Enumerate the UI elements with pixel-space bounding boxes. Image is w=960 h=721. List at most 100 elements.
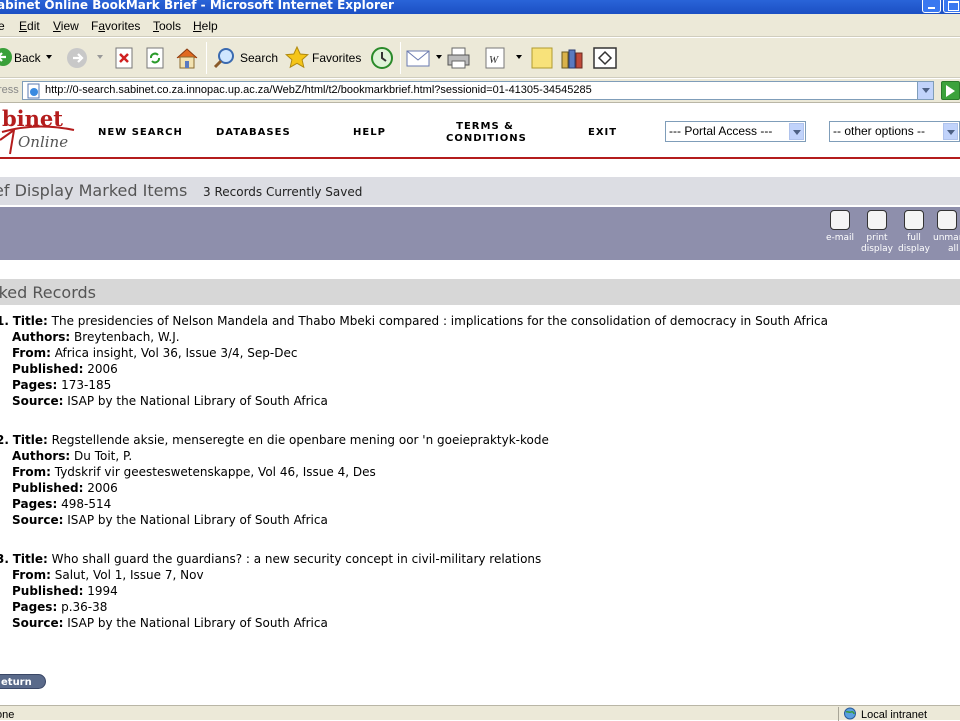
authors-label: Authors: [12,449,71,463]
nav-databases[interactable]: DATABASES [216,127,291,138]
title-label: Title: [12,314,48,328]
menu-view[interactable]: View [53,19,79,33]
chevron-down-icon [46,55,52,59]
back-arrow-icon [0,48,12,66]
print-display-action[interactable]: print display [857,210,897,255]
header-divider [0,157,960,159]
from-value: Africa insight, Vol 36, Issue 3/4, Sep-D… [54,346,298,360]
page-title-band: ef Display Marked Items 3 Records Curren… [0,177,960,205]
menu-tools[interactable]: Tools [153,19,181,33]
search-button[interactable]: Search [212,38,279,78]
logo-text-top: binet [2,106,63,131]
source-label: Source: [12,394,64,408]
go-button[interactable] [941,81,960,100]
portal-access-value: --- Portal Access --- [669,124,773,138]
from-label: From: [12,568,51,582]
unmark-all-action[interactable]: unmar all [929,210,960,255]
menu-file[interactable]: e [0,19,5,33]
source-line: Source: ISAP by the National Library of … [12,394,328,408]
record-number: 2. [0,433,9,447]
print-display-label: print display [861,233,893,254]
full-display-action[interactable]: full display [894,210,934,255]
address-bar: ress http://0-search.sabinet.co.za.innop… [0,79,960,103]
forward-button[interactable] [64,38,106,78]
published-line: Published: 1994 [12,584,118,598]
source-value: ISAP by the National Library of South Af… [67,616,328,630]
authors-value: Breytenbach, W.J. [74,330,180,344]
document-icon [904,210,924,230]
toolbar: Back Search Favorites W [0,38,960,78]
discuss-button[interactable] [530,38,554,78]
address-dropdown-button[interactable] [917,82,933,99]
menu-help[interactable]: Help [193,19,218,33]
mail-button[interactable] [406,38,442,78]
records-saved-count: 3 Records Currently Saved [203,185,363,199]
chevron-down-icon [436,55,442,59]
published-line: Published: 2006 [12,481,118,495]
history-icon [371,47,393,69]
search-label: Search [240,51,279,65]
window-title: abinet Online BookMark Brief - Microsoft… [0,0,394,12]
stop-button[interactable] [114,38,136,78]
action-toolbar: e-mail print display full display unmar all [0,207,960,260]
title-label: Title: [12,552,48,566]
authors-line: Authors: Du Toit, P. [12,449,132,463]
nav-exit[interactable]: EXIT [588,127,617,138]
from-label: From: [12,465,51,479]
refresh-icon [146,47,164,69]
menu-bar: e Edit View Favorites Tools Help [0,14,960,37]
record-title-line: 1. Title: The presidencies of Nelson Man… [0,314,828,328]
published-line: Published: 2006 [12,362,118,376]
published-value: 2006 [87,481,118,495]
sabinet-logo[interactable]: binet Online [0,106,76,156]
source-value: ISAP by the National Library of South Af… [67,513,328,527]
chevron-down-icon [516,55,522,59]
chevron-down-icon [97,55,103,59]
unmark-all-label: unmar all [933,233,960,254]
source-label: Source: [12,616,64,630]
svg-text:W: W [489,54,499,66]
unmark-icon [937,210,957,230]
record-title-line: 2. Title: Regstellende aksie, menseregte… [0,433,549,447]
return-button[interactable]: eturn [0,674,46,689]
note-icon [531,47,553,69]
pages-label: Pages: [12,378,58,392]
nav-terms-line2: CONDITIONS [446,133,527,144]
menu-favorites[interactable]: Favorites [91,19,140,33]
pages-line: Pages: 173-185 [12,378,111,392]
menu-edit[interactable]: Edit [19,19,40,33]
pages-label: Pages: [12,497,58,511]
edit-button[interactable]: W [484,38,524,78]
nav-new-search[interactable]: NEW SEARCH [98,127,183,138]
published-label: Published: [12,481,84,495]
record-title[interactable]: The presidencies of Nelson Mandela and T… [52,314,828,328]
portal-access-select[interactable]: --- Portal Access --- [665,121,806,142]
other-options-select[interactable]: -- other options -- [829,121,960,142]
back-button[interactable]: Back [0,38,56,78]
favorites-button[interactable]: Favorites [284,38,361,78]
refresh-button[interactable] [145,38,167,78]
address-input[interactable]: http://0-search.sabinet.co.za.innopac.up… [22,81,934,100]
research-button[interactable] [560,38,584,78]
nav-terms-conditions[interactable]: TERMS & CONDITIONS [446,121,527,145]
messenger-button[interactable] [592,38,618,78]
email-action[interactable]: e-mail [820,210,860,244]
print-button[interactable] [446,38,472,78]
other-options-value: -- other options -- [833,124,926,138]
maximize-button[interactable] [943,0,960,13]
pages-label: Pages: [12,600,58,614]
window-icon [593,47,617,69]
pages-value: 498-514 [61,497,112,511]
globe-icon [844,707,856,720]
published-label: Published: [12,362,84,376]
chevron-down-icon [789,123,804,140]
record-title[interactable]: Regstellende aksie, menseregte en die op… [52,433,549,447]
nav-help[interactable]: HELP [353,127,386,138]
history-button[interactable] [370,38,396,78]
published-value: 2006 [87,362,118,376]
home-button[interactable] [175,38,199,78]
site-header: binet Online NEW SEARCH DATABASES HELP T… [0,104,960,158]
back-label: Back [14,51,41,65]
minimize-button[interactable] [922,0,941,13]
record-title[interactable]: Who shall guard the guardians? : a new s… [52,552,542,566]
